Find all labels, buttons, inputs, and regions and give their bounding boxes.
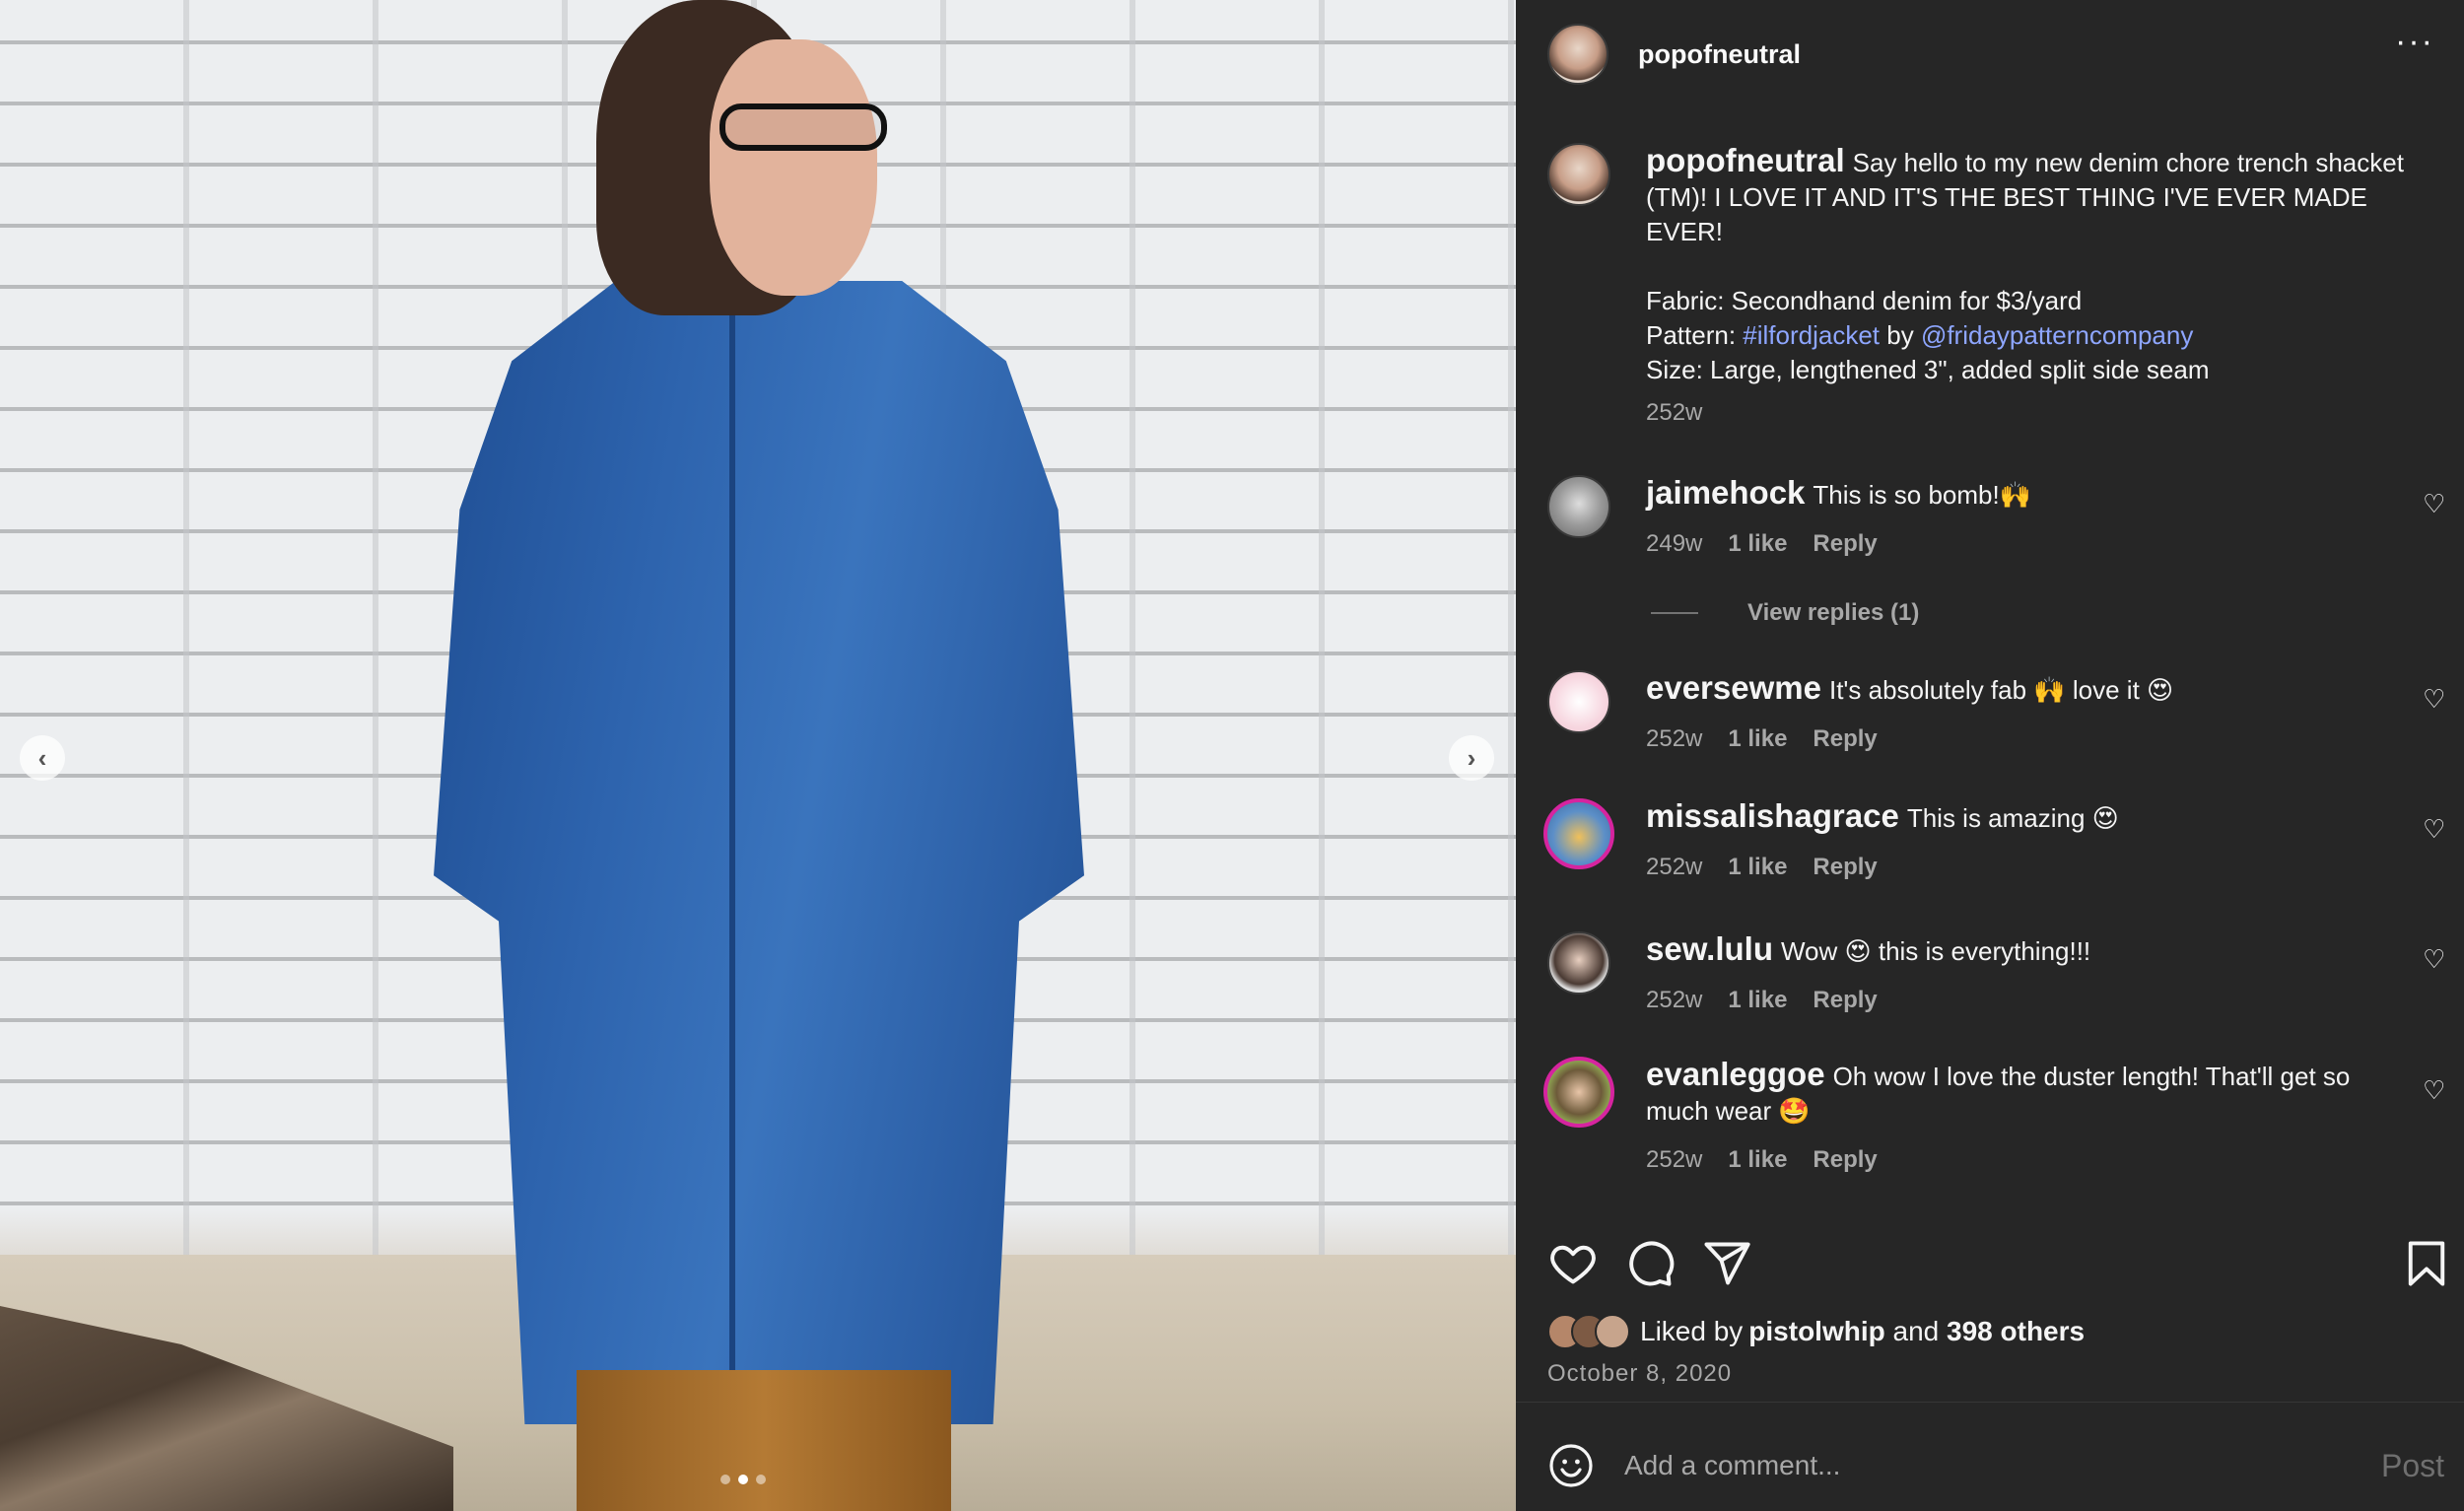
heart-icon[interactable]: ♡: [2423, 685, 2450, 713]
comment-likes[interactable]: 1 like: [1728, 526, 1787, 561]
carousel-dots: [720, 1475, 766, 1484]
action-bar: [1547, 1238, 2454, 1289]
view-replies-label: View replies (1): [1747, 599, 1920, 626]
comment-age[interactable]: 252w: [1646, 1142, 1702, 1177]
likes-others-link[interactable]: 398 others: [1947, 1316, 2085, 1347]
mention-link[interactable]: @fridaypatterncompany: [1921, 320, 2193, 350]
avatar[interactable]: [1547, 931, 1610, 995]
comment-item: jaimehock This is so bomb!🙌 249w 1 like Rep…: [1547, 475, 2434, 561]
comment-text: This is so bomb!🙌: [1813, 480, 2032, 510]
avatar[interactable]: [1547, 475, 1610, 538]
reply-button[interactable]: Reply: [1813, 526, 1877, 561]
avatar[interactable]: [1547, 670, 1610, 733]
pattern-by: by: [1880, 320, 1921, 350]
avatar: [1595, 1314, 1630, 1349]
avatar[interactable]: [1547, 143, 1610, 206]
chevron-left-icon[interactable]: ‹: [20, 735, 65, 781]
avatar[interactable]: [1547, 24, 1608, 85]
view-replies-button[interactable]: View replies (1): [1651, 599, 1919, 627]
fabric-line: Fabric: Secondhand denim for $3/yard: [1646, 286, 2083, 315]
comment-input[interactable]: [1624, 1450, 2381, 1481]
heart-icon[interactable]: ♡: [2423, 490, 2450, 517]
heart-icon[interactable]: ♡: [2423, 1076, 2450, 1104]
chevron-right-icon[interactable]: ›: [1449, 735, 1494, 781]
caption-username[interactable]: popofneutral: [1646, 142, 1845, 178]
comment-item: evanleggoe Oh wow I love the duster lengt…: [1543, 1057, 2430, 1177]
comment-icon[interactable]: [1624, 1238, 1676, 1289]
comment-likes[interactable]: 1 like: [1728, 1142, 1787, 1177]
comment-age[interactable]: 252w: [1646, 983, 1702, 1017]
share-icon[interactable]: [1701, 1238, 1752, 1289]
post-view: ‹ › popofneutral ··· popofneutral Say hel…: [0, 0, 2464, 1511]
more-icon[interactable]: ···: [2395, 25, 2434, 58]
comment-username[interactable]: missalishagrace: [1646, 797, 1899, 834]
comment-item: missalishagrace This is amazing 😍 252w 1 l…: [1543, 798, 2430, 884]
reply-button[interactable]: Reply: [1813, 850, 1877, 884]
heart-icon[interactable]: ♡: [2423, 815, 2450, 843]
heart-icon[interactable]: [1547, 1238, 1599, 1289]
comment-text: It's absolutely fab 🙌 love it 😍: [1828, 675, 2174, 705]
header-username[interactable]: popofneutral: [1638, 39, 1801, 70]
reply-button[interactable]: Reply: [1813, 1142, 1877, 1177]
comment-username[interactable]: evanleggoe: [1646, 1056, 1825, 1092]
reply-button[interactable]: Reply: [1813, 721, 1877, 756]
comment-item: sew.lulu Wow 😍 this is everything!!! 252w…: [1547, 931, 2434, 1017]
carousel-dot: [720, 1475, 730, 1484]
pattern-prefix: Pattern:: [1646, 320, 1744, 350]
comment-age[interactable]: 252w: [1646, 850, 1702, 884]
comment-text: Wow 😍 this is everything!!!: [1780, 936, 2091, 966]
bookmark-icon[interactable]: [2401, 1238, 2452, 1289]
comment-age[interactable]: 252w: [1646, 721, 1702, 756]
comment-likes[interactable]: 1 like: [1728, 850, 1787, 884]
comment-likes[interactable]: 1 like: [1728, 983, 1787, 1017]
post-header: popofneutral ···: [1516, 0, 2464, 108]
person-figure: [414, 0, 1104, 1511]
post-date[interactable]: October 8, 2020: [1547, 1360, 1732, 1388]
comment-username[interactable]: eversewme: [1646, 669, 1821, 706]
comment-bar: Post: [1547, 1441, 2444, 1490]
comment-username[interactable]: jaimehock: [1646, 474, 1805, 511]
avatar[interactable]: [1543, 1057, 1614, 1128]
comment-age[interactable]: 249w: [1646, 526, 1702, 561]
comment-text: This is amazing 😍: [1906, 803, 2119, 833]
avatar[interactable]: [1543, 798, 1614, 869]
liked-by-label: Liked by: [1640, 1316, 1744, 1346]
emoji-icon[interactable]: [1547, 1442, 1595, 1489]
comment-item: eversewme It's absolutely fab 🙌 love it 😍…: [1547, 670, 2434, 756]
heart-icon[interactable]: ♡: [2423, 945, 2450, 973]
comment-likes[interactable]: 1 like: [1728, 721, 1787, 756]
size-line: Size: Large, lengthened 3", added split …: [1646, 355, 2210, 384]
liker-username[interactable]: pistolwhip: [1748, 1316, 1884, 1347]
comment-username[interactable]: sew.lulu: [1646, 930, 1773, 967]
post-button[interactable]: Post: [2381, 1448, 2444, 1484]
carousel-dot: [756, 1475, 766, 1484]
hashtag-link[interactable]: #ilfordjacket: [1743, 320, 1880, 350]
and-label: and: [1884, 1316, 1948, 1346]
reply-button[interactable]: Reply: [1813, 983, 1877, 1017]
carousel-dot-active: [738, 1475, 748, 1484]
caption: popofneutral Say hello to my new denim ch…: [1547, 143, 2434, 430]
caption-age[interactable]: 252w: [1646, 395, 1702, 430]
likes-summary: Liked by pistolwhip and 398 others: [1547, 1314, 2085, 1349]
post-photo[interactable]: ‹ ›: [0, 0, 1516, 1511]
divider: [1516, 1402, 2464, 1403]
